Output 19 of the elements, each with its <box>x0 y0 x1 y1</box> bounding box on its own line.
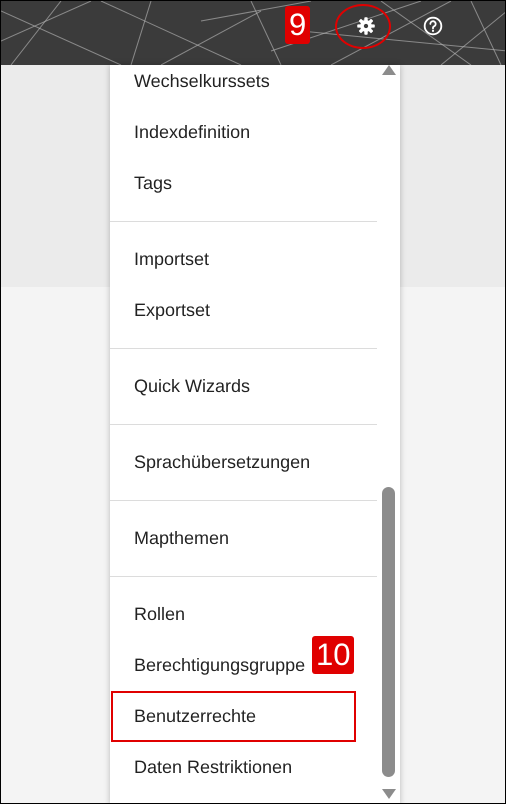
help-icon[interactable] <box>423 16 443 36</box>
settings-icon[interactable] <box>356 16 376 36</box>
menu-item[interactable]: Sprachübersetzungen <box>111 436 312 488</box>
menu-item[interactable]: Wechselkurssets <box>111 65 272 106</box>
menu-item[interactable]: Quick Wizards <box>111 360 252 412</box>
menu-item[interactable]: Indexdefinition <box>111 106 252 158</box>
menu-item[interactable]: Tags <box>111 158 174 208</box>
scrollbar-thumb[interactable] <box>382 487 395 777</box>
scroll-up-arrow[interactable] <box>382 65 396 75</box>
menu-item[interactable]: Daten Restriktionen <box>111 742 294 792</box>
menu-item[interactable]: Exportset <box>111 284 212 336</box>
scroll-down-arrow[interactable] <box>382 789 396 799</box>
annotation-badge: 9 <box>285 6 310 44</box>
menu-item[interactable]: Benutzerrechte <box>111 690 356 742</box>
menu-item[interactable]: Rollen <box>111 588 188 640</box>
menu-item[interactable]: Importset <box>111 234 212 284</box>
menu-item[interactable]: Mapthemen <box>111 512 232 564</box>
menu-item[interactable]: Berechtigungsgruppe <box>111 640 308 690</box>
annotation-badge: 10 <box>312 636 354 674</box>
